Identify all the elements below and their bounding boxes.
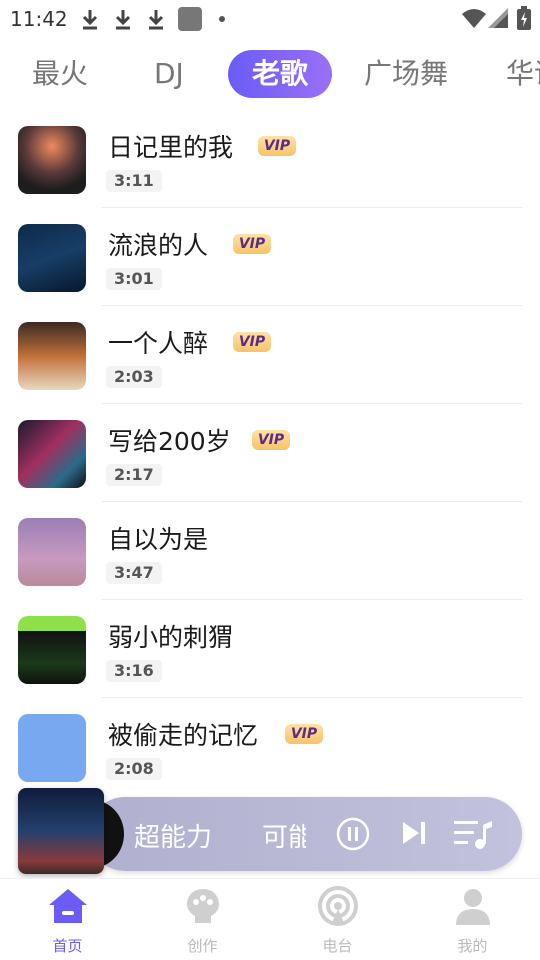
nav-create[interactable]: 创作 [135, 879, 270, 960]
nav-label: 创作 [187, 937, 218, 955]
song-row[interactable]: 一个人醉 VIP 2:03 [0, 306, 540, 404]
song-row[interactable]: 自以为是 3:47 [0, 502, 540, 600]
status-bar: 11:42 [0, 0, 540, 38]
song-duration: 3:01 [106, 268, 162, 290]
battery-icon [517, 6, 531, 30]
wifi-icon [462, 9, 486, 28]
song-title: 写给200岁 [108, 427, 231, 456]
album-cover [18, 126, 86, 194]
mini-player[interactable]: 超能力 可能 [88, 797, 522, 871]
tab-square-dance[interactable]: 广场舞 [364, 48, 448, 100]
album-cover [18, 224, 86, 292]
album-cover [18, 714, 86, 782]
player-artist: 可能 [262, 823, 306, 853]
album-cover [18, 420, 86, 488]
download-icon [115, 10, 131, 30]
player-song-title: 超能力 [134, 823, 213, 853]
song-row[interactable]: 流浪的人 VIP 3:01 [0, 208, 540, 306]
song-title: 一个人醉 [108, 329, 209, 358]
tab-oldies[interactable]: 老歌 [228, 50, 333, 98]
nav-radio[interactable]: 电台 [270, 879, 405, 960]
app-notification-icon [178, 7, 202, 31]
song-duration: 2:17 [106, 464, 162, 486]
tab-most-popular[interactable]: 最火 [32, 48, 88, 100]
song-row[interactable]: 写给200岁 VIP 2:17 [0, 404, 540, 502]
signal-icon [488, 8, 508, 28]
profile-icon [456, 889, 490, 925]
player-cover[interactable] [18, 788, 104, 874]
pause-button[interactable] [336, 817, 370, 851]
song-duration: 2:03 [106, 366, 162, 388]
download-icon [82, 10, 98, 30]
vip-badge: VIP [233, 332, 271, 352]
nav-label: 首页 [52, 937, 83, 955]
song-duration: 3:47 [106, 562, 162, 584]
song-duration: 3:16 [106, 660, 162, 682]
status-time: 11:42 [10, 7, 68, 31]
song-duration: 3:11 [106, 170, 162, 192]
radio-icon [318, 886, 358, 926]
album-cover [18, 616, 86, 684]
tab-chinese[interactable]: 华语 [506, 48, 540, 100]
song-row[interactable]: 弱小的刺猬 3:16 [0, 600, 540, 698]
category-tabs: 最火 DJ 老歌 广场舞 华语 [0, 48, 540, 100]
playlist-button[interactable] [454, 817, 492, 851]
vip-badge: VIP [233, 234, 271, 254]
nav-home[interactable]: 首页 [0, 879, 135, 960]
bottom-nav: 首页 创作 电台 我的 [0, 878, 540, 960]
vip-badge: VIP [252, 430, 290, 450]
nav-label: 电台 [322, 937, 353, 955]
song-row[interactable]: 被偷走的记忆 VIP 2:08 [0, 698, 540, 796]
next-button[interactable] [400, 819, 428, 847]
create-icon [187, 889, 219, 923]
nav-label: 我的 [457, 937, 488, 955]
song-row[interactable]: 日记里的我 VIP 3:11 [0, 110, 540, 208]
download-icon [148, 10, 164, 30]
nav-profile[interactable]: 我的 [405, 879, 540, 960]
song-title: 自以为是 [108, 525, 209, 554]
vip-badge: VIP [258, 136, 296, 156]
tab-dj[interactable]: DJ [154, 48, 184, 100]
vip-badge: VIP [285, 724, 323, 744]
song-title: 日记里的我 [108, 133, 234, 162]
song-duration: 2:08 [106, 758, 162, 780]
home-icon [49, 889, 87, 923]
song-title: 流浪的人 [108, 231, 209, 260]
song-title: 被偷走的记忆 [108, 721, 259, 750]
album-cover [18, 518, 86, 586]
dot-icon [219, 16, 225, 22]
album-cover [18, 322, 86, 390]
song-title: 弱小的刺猬 [108, 623, 234, 652]
